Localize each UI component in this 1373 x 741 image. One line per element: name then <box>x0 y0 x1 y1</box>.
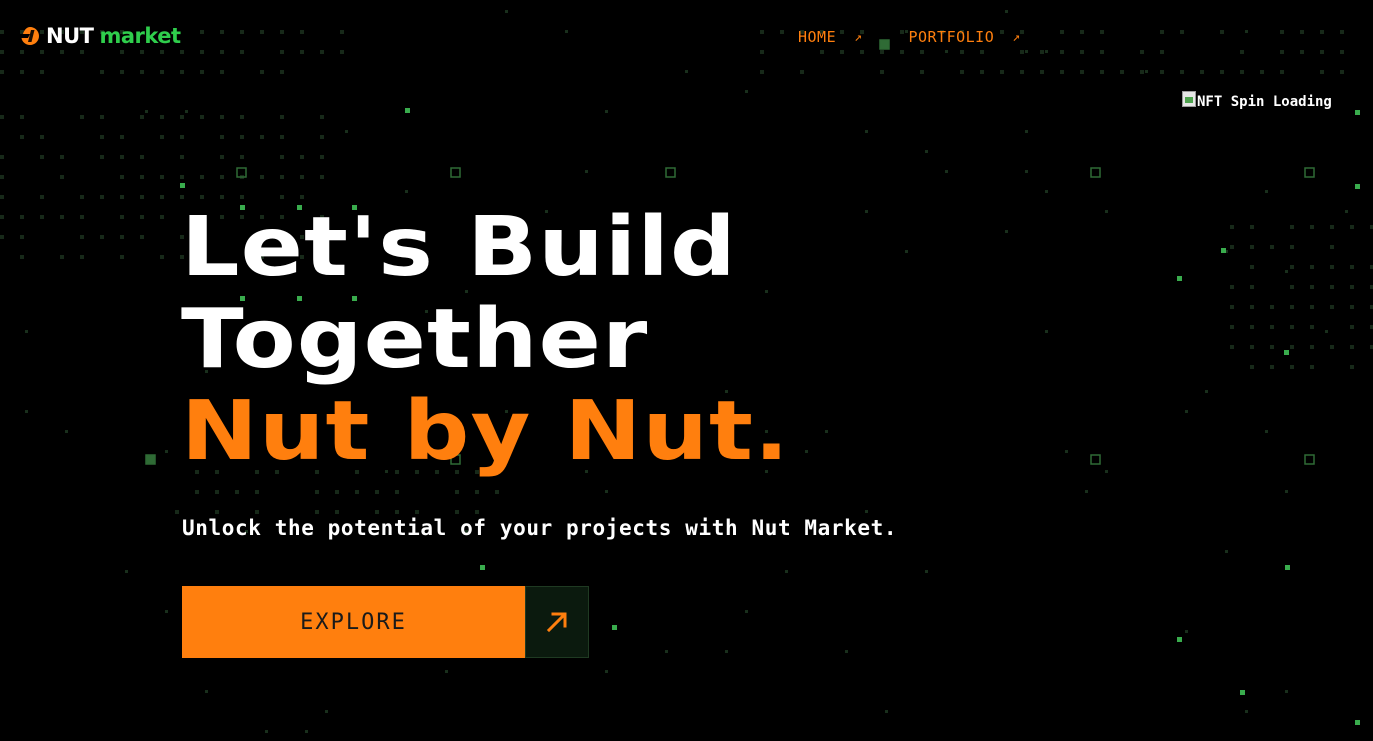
main-nav: HOME ↗ PORTFOLIO ↗ <box>798 28 1021 46</box>
nut-logo-icon <box>21 27 39 45</box>
nft-image-alt-text: NFT Spin Loading <box>1197 94 1332 110</box>
arrow-up-right-icon: ↗ <box>1012 29 1021 45</box>
hero-line-2: Together <box>181 292 649 387</box>
nav-item-portfolio[interactable]: PORTFOLIO ↗ <box>908 28 1020 46</box>
brand-name-nut: NUT <box>46 24 94 48</box>
top-header: NUT market HOME ↗ PORTFOLIO ↗ <box>0 0 1373 74</box>
hero-subtitle: Unlock the potential of your projects wi… <box>182 516 898 540</box>
brand-logo[interactable]: NUT market <box>20 24 181 48</box>
explore-arrow-button[interactable] <box>525 586 589 658</box>
brand-name-market: market <box>99 24 181 48</box>
explore-button[interactable]: EXPLORE <box>182 586 525 658</box>
hero-heading: Let's Build Together Nut by Nut. <box>181 202 789 478</box>
explore-cta: EXPLORE <box>182 586 589 658</box>
nav-item-label: PORTFOLIO <box>908 28 995 46</box>
hero-line-1: Let's Build <box>181 200 737 295</box>
nft-spin-image: NFT Spin Loading <box>1182 88 1332 110</box>
nav-item-home[interactable]: HOME ↗ <box>798 28 862 46</box>
hero-line-3: Nut by Nut. <box>181 384 791 479</box>
nav-item-label: HOME <box>798 28 837 46</box>
arrow-up-right-icon <box>546 612 567 633</box>
broken-image-icon <box>1182 91 1196 107</box>
arrow-up-right-icon: ↗ <box>854 29 863 45</box>
